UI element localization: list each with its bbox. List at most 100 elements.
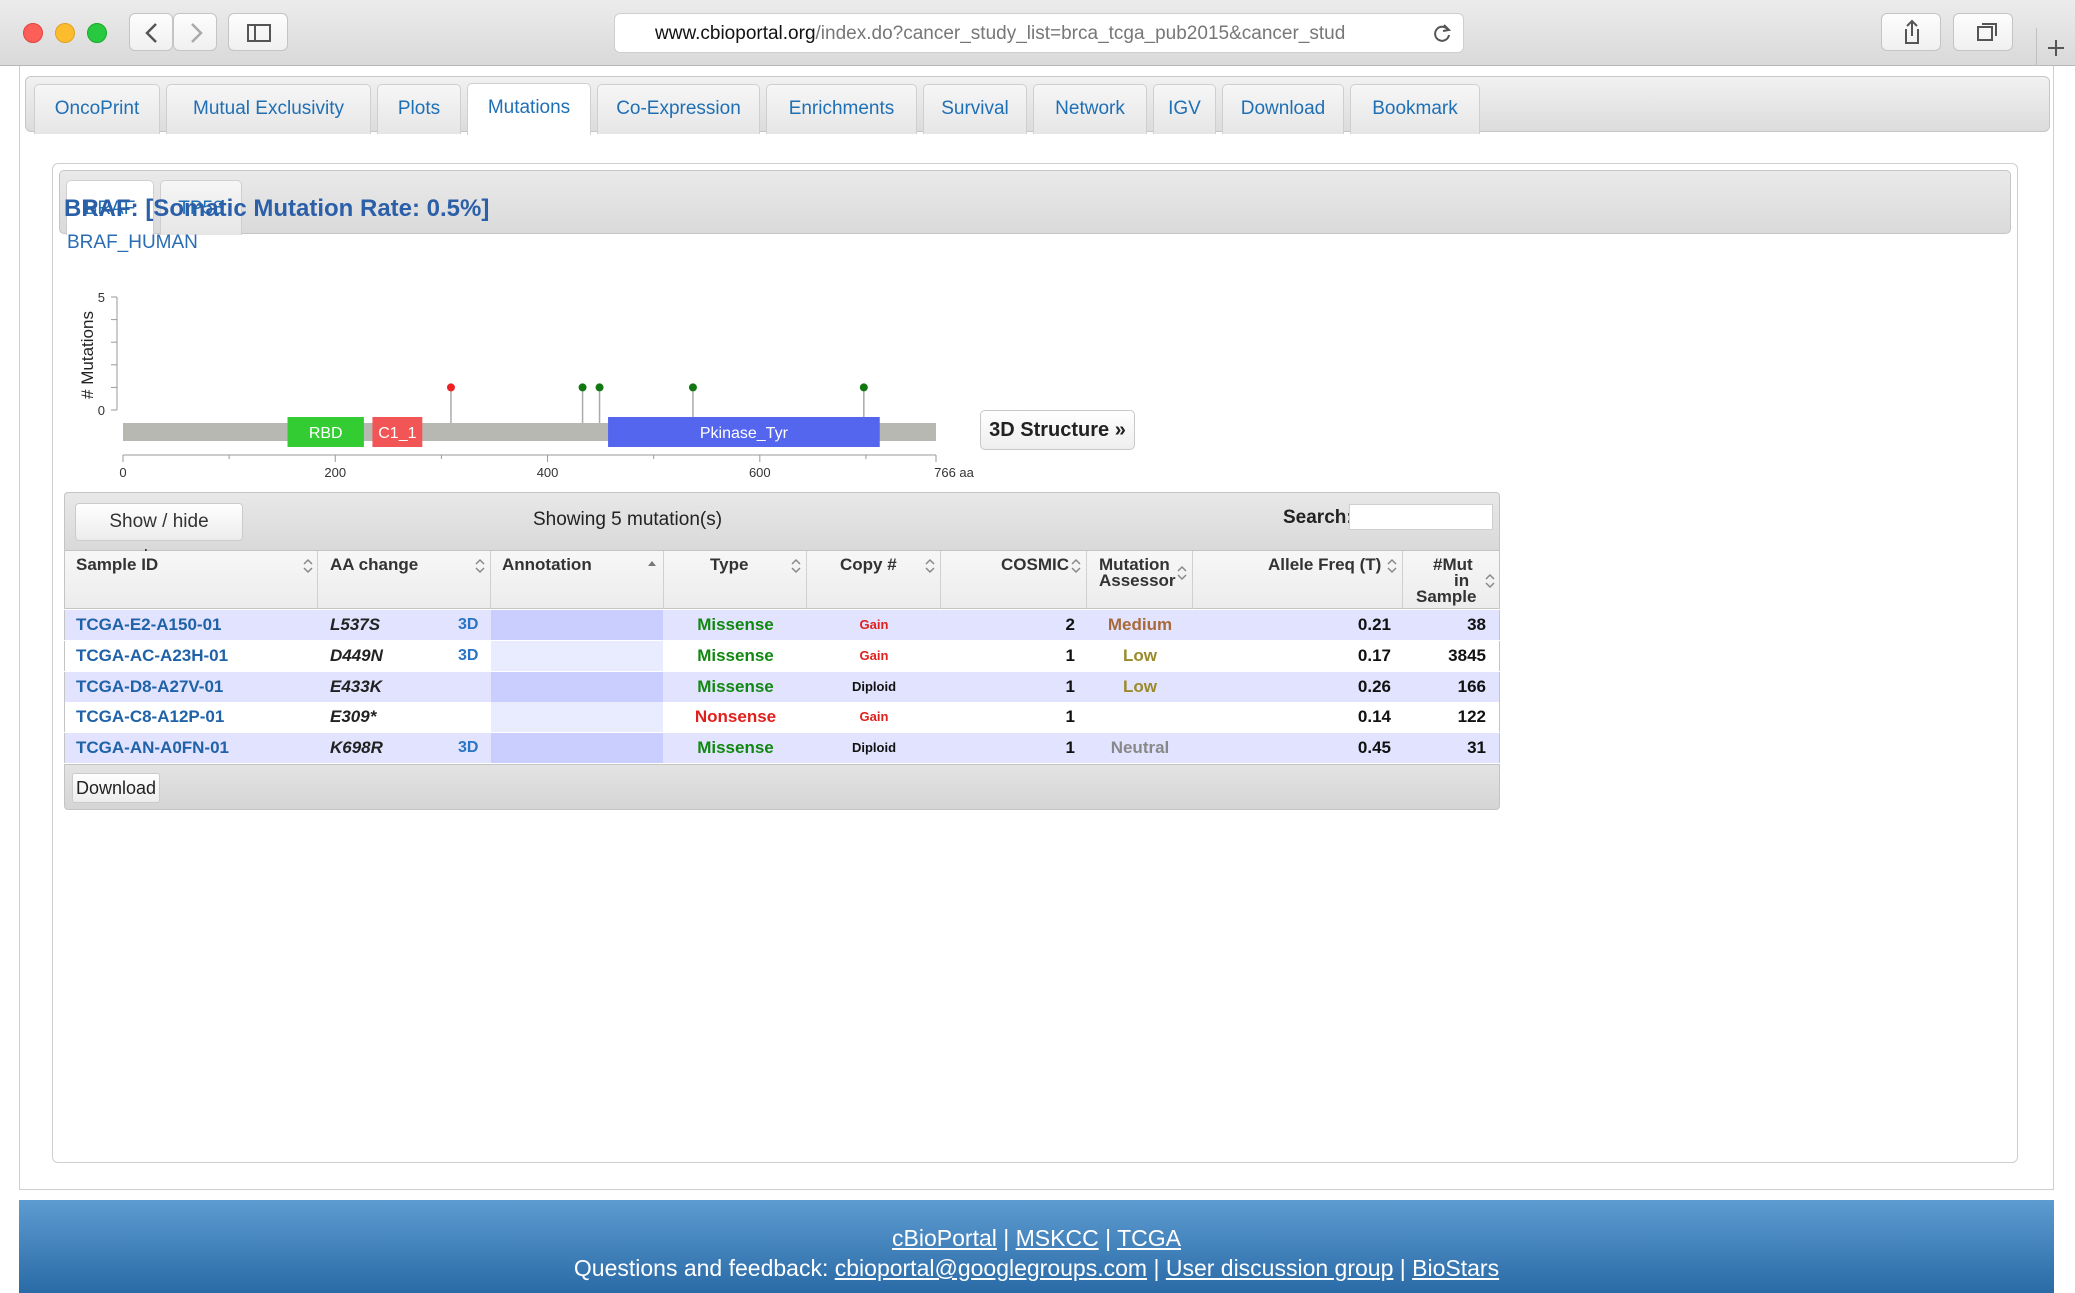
allele-freq: 0.45 (1357, 738, 1391, 757)
column-header-cosmic[interactable]: COSMIC (941, 551, 1087, 609)
allele-freq: 0.26 (1357, 677, 1391, 696)
email-link[interactable]: cbioportal@googlegroups.com (835, 1255, 1147, 1281)
tab-enrichments[interactable]: Enrichments (766, 84, 917, 134)
reload-icon[interactable] (1431, 22, 1453, 44)
3d-link[interactable]: 3D (458, 610, 478, 640)
sample-id-link[interactable]: TCGA-D8-A27V-01 (76, 672, 223, 702)
mutation-assessor[interactable] (1087, 702, 1193, 732)
column-label: Allele Freq (T) (1268, 555, 1382, 574)
forward-button[interactable] (173, 13, 217, 51)
column-header-annotation[interactable]: Annotation (491, 551, 664, 609)
aa-change: E309* (330, 707, 377, 726)
chevron-left-icon (145, 23, 157, 43)
url-domain: www.cbioportal.org (655, 23, 816, 44)
footer-separator: | (1003, 1225, 1010, 1251)
mutation-assessor[interactable]: Low (1087, 672, 1193, 702)
mut-in-sample: 3845 (1448, 646, 1486, 665)
column-label: Annotation (502, 555, 592, 574)
close-window-button[interactable] (23, 23, 43, 43)
mutation-assessor[interactable]: Neutral (1087, 733, 1193, 763)
tab-bookmark[interactable]: Bookmark (1350, 84, 1480, 134)
3d-link[interactable]: 3D (458, 641, 478, 671)
3d-link[interactable]: 3D (458, 733, 478, 763)
footer-separator: | (1399, 1255, 1406, 1281)
column-header-copy-number[interactable]: Copy # (807, 551, 941, 609)
tab-mutations[interactable]: Mutations (467, 83, 591, 135)
cosmic-count[interactable]: 1 (941, 641, 1075, 671)
tab-igv[interactable]: IGV (1153, 84, 1216, 134)
column-header-type[interactable]: Type (664, 551, 807, 609)
column-label: COSMIC (1001, 555, 1069, 574)
tab-plots[interactable]: Plots (377, 84, 461, 134)
column-header-mutation-assessor[interactable]: Mutation Assessor (1087, 551, 1193, 609)
sidebar-toggle-button[interactable] (228, 13, 288, 51)
x-tick-label: 400 (537, 465, 559, 480)
column-header-aa-change[interactable]: AA change (318, 551, 491, 609)
sample-id-link[interactable]: TCGA-AC-A23H-01 (76, 641, 228, 671)
tab-oncoprint[interactable]: OncoPrint (34, 84, 160, 134)
show-hide-columns-button[interactable]: Show / hide columns (75, 503, 243, 568)
minimize-window-button[interactable] (55, 23, 75, 43)
biostars-link[interactable]: BioStars (1412, 1255, 1499, 1281)
aa-change: K698R (330, 738, 383, 757)
annotation-cell (491, 672, 663, 702)
column-label: AA change (330, 555, 419, 574)
mutation-assessor[interactable]: Medium (1087, 610, 1193, 640)
footer-separator: | (1105, 1225, 1112, 1251)
share-icon (1905, 19, 1919, 44)
cosmic-count[interactable]: 2 (941, 610, 1075, 640)
tab-network[interactable]: Network (1033, 84, 1147, 134)
table-row: TCGA-E2-A150-01 L537S 3D Missense Gain 2… (64, 610, 1500, 640)
lollipop-head (578, 383, 587, 392)
back-button[interactable] (129, 13, 173, 51)
tab-mutual-exclusivity[interactable]: Mutual Exclusivity (166, 84, 371, 134)
mutation-type: Missense (697, 738, 774, 757)
column-header-sample-id[interactable]: Sample ID (65, 551, 318, 609)
uniprot-link[interactable]: BRAF_HUMAN (67, 232, 198, 254)
cosmic-count[interactable]: 1 (941, 733, 1075, 763)
column-label-line2: Assessor (1099, 571, 1176, 590)
cbioportal-link[interactable]: cBioPortal (892, 1225, 997, 1251)
show-tabs-button[interactable] (1953, 13, 2013, 51)
mutation-assessor[interactable]: Low (1087, 641, 1193, 671)
gene-title: BRAF: [Somatic Mutation Rate: 0.5%] (64, 195, 490, 222)
sample-id-link[interactable]: TCGA-AN-A0FN-01 (76, 733, 229, 763)
share-button[interactable] (1881, 13, 1941, 51)
x-tick-label: 600 (749, 465, 771, 480)
mskcc-link[interactable]: MSKCC (1016, 1225, 1099, 1251)
3d-structure-button[interactable]: 3D Structure » (980, 410, 1135, 450)
footer-feedback: Questions and feedback: cbioportal@googl… (19, 1255, 2054, 1282)
download-button[interactable]: Download (72, 773, 160, 803)
mut-in-sample: 31 (1467, 738, 1486, 757)
browser-toolbar: www.cbioportal.org/index.do?cancer_study… (0, 0, 2075, 66)
search-input[interactable] (1349, 504, 1493, 530)
tab-survival[interactable]: Survival (923, 84, 1027, 134)
zoom-window-button[interactable] (87, 23, 107, 43)
sort-icon (475, 558, 485, 574)
browser-window: www.cbioportal.org/index.do?cancer_study… (0, 0, 2075, 1293)
cosmic-count[interactable]: 1 (941, 702, 1075, 732)
address-bar[interactable]: www.cbioportal.org/index.do?cancer_study… (614, 13, 1464, 53)
table-row: TCGA-AN-A0FN-01 K698R 3D Missense Diploi… (64, 733, 1500, 763)
cosmic-count[interactable]: 1 (941, 672, 1075, 702)
column-header-mut-in-sample[interactable]: #Mut in Sample (1403, 551, 1500, 609)
plus-icon (2048, 40, 2064, 56)
table-footer: Download (64, 764, 1500, 810)
aa-change: L537S (330, 615, 381, 634)
sample-id-link[interactable]: TCGA-C8-A12P-01 (76, 702, 224, 732)
tab-co-expression[interactable]: Co-Expression (597, 84, 760, 134)
sort-icon (303, 558, 313, 574)
tcga-link[interactable]: TCGA (1117, 1225, 1181, 1251)
tab-download[interactable]: Download (1222, 84, 1344, 134)
lollipop-head (595, 383, 604, 392)
column-label-line3: Sample (1416, 587, 1477, 606)
column-header-allele-freq[interactable]: Allele Freq (T) (1193, 551, 1403, 609)
table-header: Sample ID AA change Annotation Type Copy… (64, 551, 1500, 609)
copy-number: Gain (859, 648, 889, 663)
column-label: Sample ID (76, 555, 159, 574)
y-tick-label: 5 (98, 290, 105, 305)
footer-separator: | (1153, 1255, 1160, 1281)
sample-id-link[interactable]: TCGA-E2-A150-01 (76, 610, 222, 640)
discussion-group-link[interactable]: User discussion group (1166, 1255, 1394, 1281)
new-tab-button[interactable] (2036, 28, 2074, 66)
